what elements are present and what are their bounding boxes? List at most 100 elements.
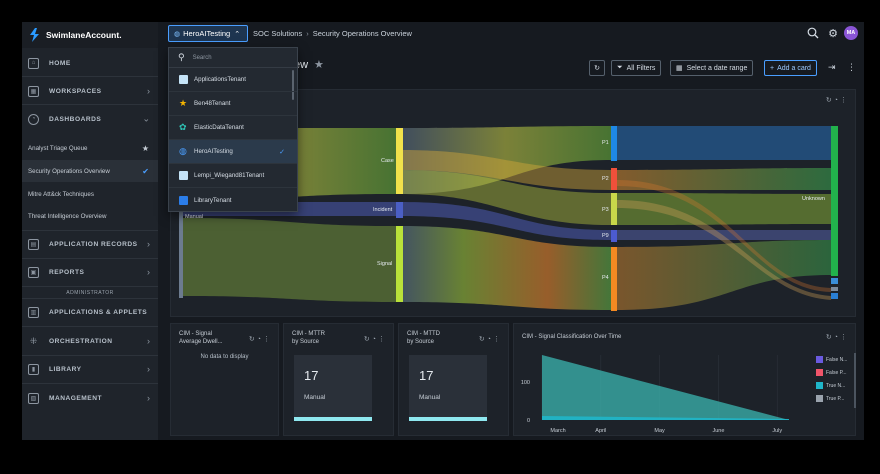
reports-icon: ▣ <box>28 266 39 278</box>
card-tools[interactable]: ↻◔⋮ <box>364 335 387 343</box>
gear-icon[interactable]: ⚙ <box>826 26 840 40</box>
legend-label: False N... <box>826 356 848 363</box>
tenant-selector-button[interactable]: ◍ HeroAITesting ⌃ <box>168 25 248 42</box>
nav-application-records[interactable]: ▤ APPLICATION RECORDS › <box>22 233 158 255</box>
breadcrumb-item[interactable]: SOC Solutions <box>253 29 302 38</box>
sankey-node-label: P1 <box>602 140 609 146</box>
tenant-option-selected[interactable]: ◍ HeroAITesting ✓ <box>169 140 297 164</box>
card-title: CIM - MTTR by Source <box>292 330 325 346</box>
globe-icon: ◍ <box>179 146 187 156</box>
legend-item[interactable]: True P... <box>816 395 844 402</box>
stat-bar <box>294 417 372 421</box>
all-filters-button[interactable]: ⏷ All Filters <box>611 60 662 76</box>
globe-icon: ◍ <box>174 30 181 38</box>
sankey-source-label: Manual <box>185 214 204 220</box>
library-icon: ▮ <box>28 363 39 375</box>
tenant-option-label: ApplicationsTenant <box>194 76 246 83</box>
square-icon <box>179 195 188 205</box>
top-header: ◍ HeroAITesting ⌃ SOC Solutions › Security… <box>158 22 864 46</box>
card-title-line: by Source <box>292 339 320 345</box>
dashboard-item-analyst-triage[interactable]: Analyst Triage Queue ★ <box>22 137 158 159</box>
square-icon <box>179 75 188 84</box>
dashboard-item-threat-intel[interactable]: Threat Intelligence Overview <box>22 205 158 227</box>
legend-swatch <box>816 382 823 389</box>
refresh-icon: ↻ <box>594 65 600 72</box>
card-title: CIM - MTTD by Source <box>407 330 440 346</box>
nav-management[interactable]: ▧ MANAGEMENT › <box>22 387 158 409</box>
divider <box>22 355 158 356</box>
tenant-option[interactable]: Lempi_Wiegand81Tenant <box>169 164 297 188</box>
x-tick-label: March <box>550 428 565 434</box>
search-icon[interactable] <box>806 26 820 40</box>
dashboard-item-mitre[interactable]: Mitre Att&ck Techniques <box>22 183 158 205</box>
dashboard-item-label: Threat Intelligence Overview <box>28 212 107 220</box>
date-range-label: Select a date range <box>686 64 748 72</box>
sankey-node-label: P9 <box>602 233 609 239</box>
tenant-search[interactable]: ⚲ Search <box>169 48 297 68</box>
nav-dashboards[interactable]: ◔ DASHBOARDS ⌄ <box>22 108 158 130</box>
sankey-node-label: Signal <box>377 261 393 267</box>
nav-library-label: LIBRARY <box>49 365 82 373</box>
legend-item[interactable]: True N... <box>816 382 845 389</box>
nav-application-records-label: APPLICATION RECORDS <box>49 240 138 248</box>
mttr-card: CIM - MTTR by Source ↻◔⋮ 17 Manual <box>283 323 394 436</box>
check-icon: ✓ <box>279 148 285 156</box>
tenant-option[interactable]: ★ Ben48Tenant <box>169 92 297 116</box>
tenant-option-label: Ben48Tenant <box>194 100 231 107</box>
dashboard-item-security-ops[interactable]: Security Operations Overview ✔ <box>22 160 158 182</box>
chevron-down-icon: ⌄ <box>142 113 150 124</box>
tenant-option[interactable]: ✿ ElasticDataTenant <box>169 116 297 140</box>
dashboard-item-label: Security Operations Overview <box>28 167 110 175</box>
add-card-button[interactable]: + Add a card <box>764 60 817 76</box>
tenant-option[interactable]: ApplicationsTenant <box>169 68 297 92</box>
tenant-option-label: ElasticDataTenant <box>194 124 244 131</box>
dashboard-item-label: Mitre Att&ck Techniques <box>28 190 94 198</box>
home-icon: ⌂ <box>28 57 39 69</box>
card-title-line: CIM - MTTR <box>292 331 325 337</box>
divider <box>22 230 158 231</box>
workspaces-icon: ▦ <box>28 85 39 97</box>
tenant-search-placeholder: Search <box>192 54 212 61</box>
mttd-card: CIM - MTTD by Source ↻◔⋮ 17 Manual <box>398 323 509 436</box>
plus-icon: + <box>770 64 775 72</box>
card-tools[interactable]: ↻◔⋮ <box>249 335 272 343</box>
favorite-star-icon[interactable]: ★ <box>314 58 324 71</box>
stat-label: Manual <box>419 394 441 401</box>
legend-item[interactable]: False N... <box>816 356 847 363</box>
nav-home[interactable]: ⌂ HOME <box>22 52 158 74</box>
nav-applications-applets[interactable]: ▥ APPLICATIONS & APPLETS <box>22 301 158 323</box>
legend-item[interactable]: False P... <box>816 369 846 376</box>
nav-reports[interactable]: ▣ REPORTS › <box>22 261 158 283</box>
refresh-button[interactable]: ↻ <box>589 60 605 76</box>
legend-label: True N... <box>826 382 846 389</box>
card-tools[interactable]: ↻◔⋮ <box>479 335 502 343</box>
chevron-right-icon: › <box>147 267 150 277</box>
legend-swatch <box>816 369 823 376</box>
nav-orchestration[interactable]: ⁜ ORCHESTRATION › <box>22 330 158 352</box>
nav-reports-label: REPORTS <box>49 268 85 276</box>
brand-logo[interactable]: SwimlaneAccount. <box>22 22 158 48</box>
sankey-node-label: Incident <box>373 207 393 213</box>
tenant-option[interactable]: LibraryTenant <box>169 188 297 212</box>
avatar[interactable]: MA <box>844 26 858 40</box>
sankey-node-label: P3 <box>602 207 609 213</box>
square-icon <box>179 171 188 180</box>
nav-workspaces-label: WORKSPACES <box>49 87 102 95</box>
y-tick-label: 0 <box>527 418 530 424</box>
share-icon[interactable]: ⇥ <box>828 62 836 73</box>
nav-library[interactable]: ▮ LIBRARY › <box>22 358 158 380</box>
stat-value: 17 <box>419 368 434 383</box>
divider <box>22 383 158 384</box>
nav-dashboards-label: DASHBOARDS <box>49 115 102 123</box>
legend-scrollbar[interactable] <box>854 353 856 408</box>
x-tick-label: July <box>772 428 782 434</box>
add-card-label: Add a card <box>777 64 811 72</box>
more-options-icon[interactable]: ⋮ <box>847 62 856 73</box>
date-range-button[interactable]: ▦ Select a date range <box>670 60 754 76</box>
administrator-section-label: ADMINISTRATOR <box>66 290 114 296</box>
legend-label: False P... <box>826 369 847 376</box>
dashboards-icon: ◔ <box>28 113 39 125</box>
search-icon: ⚲ <box>178 52 185 62</box>
star-icon[interactable]: ★ <box>142 144 149 153</box>
nav-workspaces[interactable]: ▦ WORKSPACES › <box>22 80 158 102</box>
